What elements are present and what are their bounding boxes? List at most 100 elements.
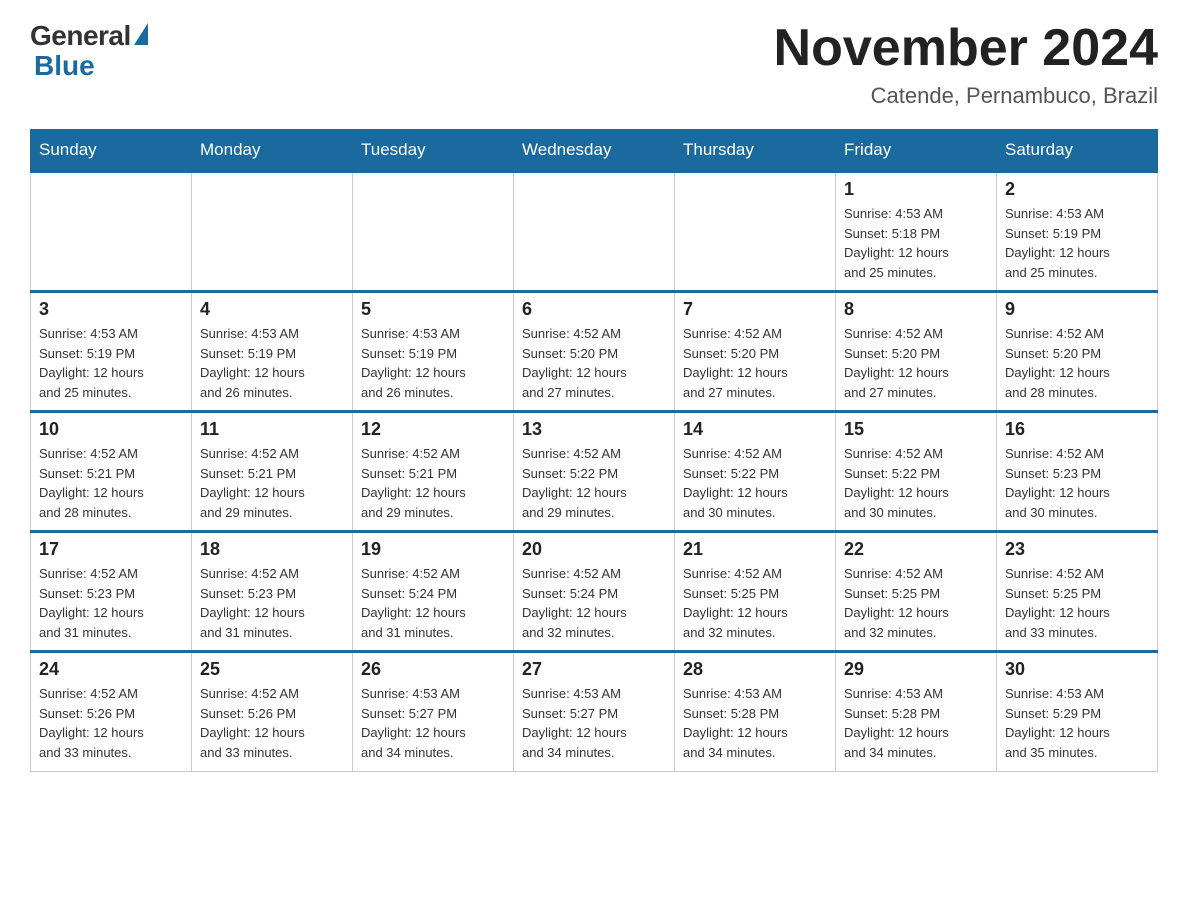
weekday-header-friday: Friday	[836, 130, 997, 172]
day-number: 7	[683, 299, 827, 320]
day-info: Sunrise: 4:53 AMSunset: 5:19 PMDaylight:…	[361, 324, 505, 402]
calendar-week-row: 24 Sunrise: 4:52 AMSunset: 5:26 PMDayligh…	[31, 652, 1158, 772]
calendar-day-27: 27Sunrise: 4:53 AMSunset: 5:27 PMDayligh…	[514, 652, 675, 772]
day-info: Sunrise: 4:52 AMSunset: 5:26 PMDaylight:…	[39, 684, 183, 762]
calendar-header-row: SundayMondayTuesdayWednesdayThursdayFrid…	[31, 130, 1158, 172]
calendar-day-7: 7 Sunrise: 4:52 AMSunset: 5:20 PMDaylight…	[675, 292, 836, 412]
day-info: Sunrise: 4:53 AMSunset: 5:19 PMDaylight:…	[1005, 204, 1149, 282]
day-info: Sunrise: 4:52 AMSunset: 5:23 PMDaylight:…	[39, 564, 183, 642]
calendar-week-row: 1 Sunrise: 4:53 AMSunset: 5:18 PMDaylight…	[31, 172, 1158, 292]
calendar-week-row: 3 Sunrise: 4:53 AMSunset: 5:19 PMDaylight…	[31, 292, 1158, 412]
day-number: 26	[361, 659, 505, 680]
calendar-day-2: 2Sunrise: 4:53 AMSunset: 5:19 PMDaylight…	[997, 172, 1158, 292]
day-number: 9	[1005, 299, 1149, 320]
day-number: 17	[39, 539, 183, 560]
day-info: Sunrise: 4:52 AMSunset: 5:25 PMDaylight:…	[1005, 564, 1149, 642]
day-number: 22	[844, 539, 988, 560]
day-number: 11	[200, 419, 344, 440]
day-info: Sunrise: 4:52 AMSunset: 5:20 PMDaylight:…	[683, 324, 827, 402]
calendar-day-6: 6 Sunrise: 4:52 AMSunset: 5:20 PMDaylight…	[514, 292, 675, 412]
calendar-day-14: 14 Sunrise: 4:52 AMSunset: 5:22 PMDayligh…	[675, 412, 836, 532]
day-number: 5	[361, 299, 505, 320]
day-info: Sunrise: 4:52 AMSunset: 5:23 PMDaylight:…	[1005, 444, 1149, 522]
day-number: 3	[39, 299, 183, 320]
calendar-day-20: 20 Sunrise: 4:52 AMSunset: 5:24 PMDayligh…	[514, 532, 675, 652]
calendar-day-23: 23 Sunrise: 4:52 AMSunset: 5:25 PMDayligh…	[997, 532, 1158, 652]
logo-general-text: General	[30, 20, 131, 52]
day-number: 30	[1005, 659, 1149, 680]
calendar-empty-cell	[353, 172, 514, 292]
calendar-day-21: 21 Sunrise: 4:52 AMSunset: 5:25 PMDayligh…	[675, 532, 836, 652]
day-number: 13	[522, 419, 666, 440]
calendar-week-row: 10 Sunrise: 4:52 AMSunset: 5:21 PMDayligh…	[31, 412, 1158, 532]
day-info: Sunrise: 4:52 AMSunset: 5:22 PMDaylight:…	[844, 444, 988, 522]
calendar-day-19: 19 Sunrise: 4:52 AMSunset: 5:24 PMDayligh…	[353, 532, 514, 652]
day-info: Sunrise: 4:52 AMSunset: 5:24 PMDaylight:…	[522, 564, 666, 642]
day-number: 15	[844, 419, 988, 440]
calendar-day-28: 28 Sunrise: 4:53 AMSunset: 5:28 PMDayligh…	[675, 652, 836, 772]
day-info: Sunrise: 4:53 AMSunset: 5:29 PMDaylight:…	[1005, 684, 1149, 762]
calendar-week-row: 17 Sunrise: 4:52 AMSunset: 5:23 PMDayligh…	[31, 532, 1158, 652]
day-info: Sunrise: 4:52 AMSunset: 5:21 PMDaylight:…	[200, 444, 344, 522]
day-info: Sunrise: 4:53 AMSunset: 5:18 PMDaylight:…	[844, 204, 988, 282]
day-number: 10	[39, 419, 183, 440]
day-info: Sunrise: 4:52 AMSunset: 5:20 PMDaylight:…	[522, 324, 666, 402]
location-title: Catende, Pernambuco, Brazil	[774, 83, 1158, 109]
calendar-day-16: 16 Sunrise: 4:52 AMSunset: 5:23 PMDayligh…	[997, 412, 1158, 532]
calendar-table: SundayMondayTuesdayWednesdayThursdayFrid…	[30, 129, 1158, 772]
calendar-day-9: 9 Sunrise: 4:52 AMSunset: 5:20 PMDaylight…	[997, 292, 1158, 412]
calendar-day-18: 18 Sunrise: 4:52 AMSunset: 5:23 PMDayligh…	[192, 532, 353, 652]
day-number: 19	[361, 539, 505, 560]
day-number: 18	[200, 539, 344, 560]
day-info: Sunrise: 4:52 AMSunset: 5:21 PMDaylight:…	[361, 444, 505, 522]
day-info: Sunrise: 4:53 AMSunset: 5:28 PMDaylight:…	[683, 684, 827, 762]
day-info: Sunrise: 4:52 AMSunset: 5:22 PMDaylight:…	[522, 444, 666, 522]
calendar-empty-cell	[514, 172, 675, 292]
day-info: Sunrise: 4:52 AMSunset: 5:21 PMDaylight:…	[39, 444, 183, 522]
calendar-day-4: 4 Sunrise: 4:53 AMSunset: 5:19 PMDaylight…	[192, 292, 353, 412]
day-number: 6	[522, 299, 666, 320]
day-number: 28	[683, 659, 827, 680]
day-number: 4	[200, 299, 344, 320]
weekday-header-sunday: Sunday	[31, 130, 192, 172]
day-number: 14	[683, 419, 827, 440]
calendar-empty-cell	[192, 172, 353, 292]
calendar-day-22: 22 Sunrise: 4:52 AMSunset: 5:25 PMDayligh…	[836, 532, 997, 652]
logo-blue-text: Blue	[34, 50, 95, 82]
weekday-header-monday: Monday	[192, 130, 353, 172]
calendar-day-8: 8 Sunrise: 4:52 AMSunset: 5:20 PMDaylight…	[836, 292, 997, 412]
calendar-day-10: 10 Sunrise: 4:52 AMSunset: 5:21 PMDayligh…	[31, 412, 192, 532]
day-number: 1	[844, 179, 988, 200]
day-number: 23	[1005, 539, 1149, 560]
calendar-day-13: 13 Sunrise: 4:52 AMSunset: 5:22 PMDayligh…	[514, 412, 675, 532]
title-block: November 2024 Catende, Pernambuco, Brazi…	[774, 20, 1158, 109]
day-number: 21	[683, 539, 827, 560]
weekday-header-tuesday: Tuesday	[353, 130, 514, 172]
day-info: Sunrise: 4:53 AMSunset: 5:27 PMDaylight:…	[361, 684, 505, 762]
calendar-day-1: 1 Sunrise: 4:53 AMSunset: 5:18 PMDaylight…	[836, 172, 997, 292]
day-number: 20	[522, 539, 666, 560]
day-info: Sunrise: 4:52 AMSunset: 5:20 PMDaylight:…	[844, 324, 988, 402]
calendar-day-11: 11 Sunrise: 4:52 AMSunset: 5:21 PMDayligh…	[192, 412, 353, 532]
month-title: November 2024	[774, 20, 1158, 77]
day-info: Sunrise: 4:52 AMSunset: 5:22 PMDaylight:…	[683, 444, 827, 522]
day-info: Sunrise: 4:52 AMSunset: 5:25 PMDaylight:…	[683, 564, 827, 642]
calendar-day-25: 25Sunrise: 4:52 AMSunset: 5:26 PMDayligh…	[192, 652, 353, 772]
weekday-header-thursday: Thursday	[675, 130, 836, 172]
calendar-day-5: 5 Sunrise: 4:53 AMSunset: 5:19 PMDaylight…	[353, 292, 514, 412]
calendar-day-24: 24 Sunrise: 4:52 AMSunset: 5:26 PMDayligh…	[31, 652, 192, 772]
day-info: Sunrise: 4:53 AMSunset: 5:27 PMDaylight:…	[522, 684, 666, 762]
day-number: 8	[844, 299, 988, 320]
day-info: Sunrise: 4:53 AMSunset: 5:19 PMDaylight:…	[39, 324, 183, 402]
day-info: Sunrise: 4:52 AMSunset: 5:24 PMDaylight:…	[361, 564, 505, 642]
calendar-day-12: 12 Sunrise: 4:52 AMSunset: 5:21 PMDayligh…	[353, 412, 514, 532]
calendar-day-15: 15 Sunrise: 4:52 AMSunset: 5:22 PMDayligh…	[836, 412, 997, 532]
day-info: Sunrise: 4:53 AMSunset: 5:28 PMDaylight:…	[844, 684, 988, 762]
day-number: 24	[39, 659, 183, 680]
day-info: Sunrise: 4:52 AMSunset: 5:25 PMDaylight:…	[844, 564, 988, 642]
day-info: Sunrise: 4:53 AMSunset: 5:19 PMDaylight:…	[200, 324, 344, 402]
day-number: 12	[361, 419, 505, 440]
day-number: 16	[1005, 419, 1149, 440]
day-info: Sunrise: 4:52 AMSunset: 5:20 PMDaylight:…	[1005, 324, 1149, 402]
day-info: Sunrise: 4:52 AMSunset: 5:23 PMDaylight:…	[200, 564, 344, 642]
